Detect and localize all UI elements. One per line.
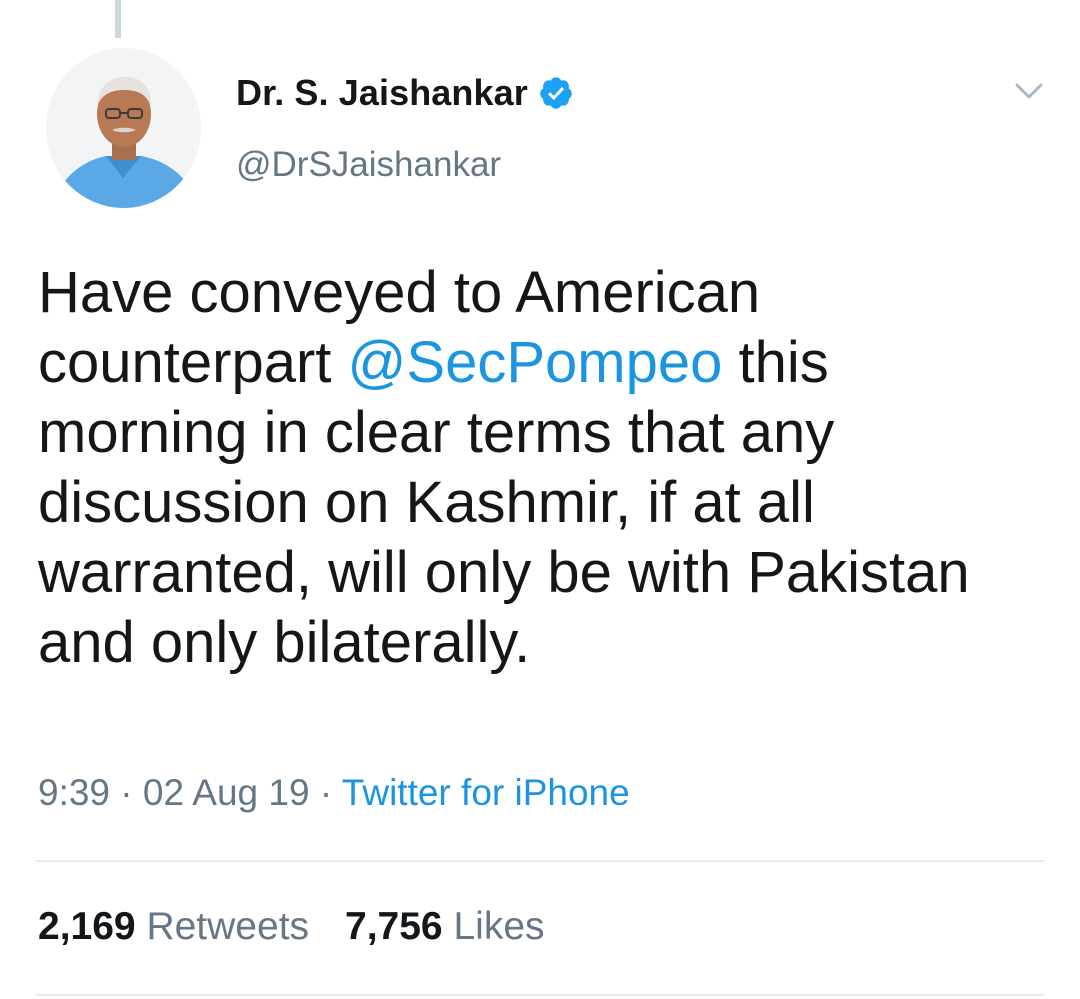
meta-separator: · bbox=[110, 772, 143, 813]
author-handle[interactable]: @DrSJaishankar bbox=[236, 145, 501, 185]
avatar-image bbox=[46, 48, 201, 208]
likes-count: 7,756 bbox=[345, 905, 443, 948]
author-display-name[interactable]: Dr. S. Jaishankar bbox=[236, 72, 528, 114]
avatar[interactable] bbox=[46, 48, 201, 208]
retweets-count: 2,169 bbox=[38, 905, 136, 948]
likes-stat[interactable]: 7,756 Likes bbox=[345, 905, 545, 948]
meta-separator: · bbox=[309, 772, 342, 813]
chevron-down-icon[interactable] bbox=[1012, 78, 1046, 104]
tweet-time: 9:39 bbox=[38, 772, 111, 813]
likes-label: Likes bbox=[453, 905, 545, 948]
divider bbox=[36, 860, 1044, 862]
retweets-label: Retweets bbox=[146, 905, 310, 948]
tweet-text: Have conveyed to American counterpart @S… bbox=[38, 258, 1048, 678]
author-name-row[interactable]: Dr. S. Jaishankar bbox=[236, 70, 574, 116]
retweets-stat[interactable]: 2,169 Retweets bbox=[38, 905, 309, 948]
divider bbox=[36, 994, 1044, 996]
tweet-source-link[interactable]: Twitter for iPhone bbox=[342, 772, 630, 813]
mention-link[interactable]: @SecPompeo bbox=[348, 330, 723, 395]
tweet-meta: 9:39 · 02 Aug 19 · Twitter for iPhone bbox=[38, 772, 630, 814]
thread-connector-line bbox=[115, 0, 121, 38]
verified-badge-icon bbox=[538, 75, 574, 111]
tweet-stats: 2,169 Retweets 7,756 Likes bbox=[38, 905, 545, 949]
tweet-date: 02 Aug 19 bbox=[142, 772, 310, 813]
